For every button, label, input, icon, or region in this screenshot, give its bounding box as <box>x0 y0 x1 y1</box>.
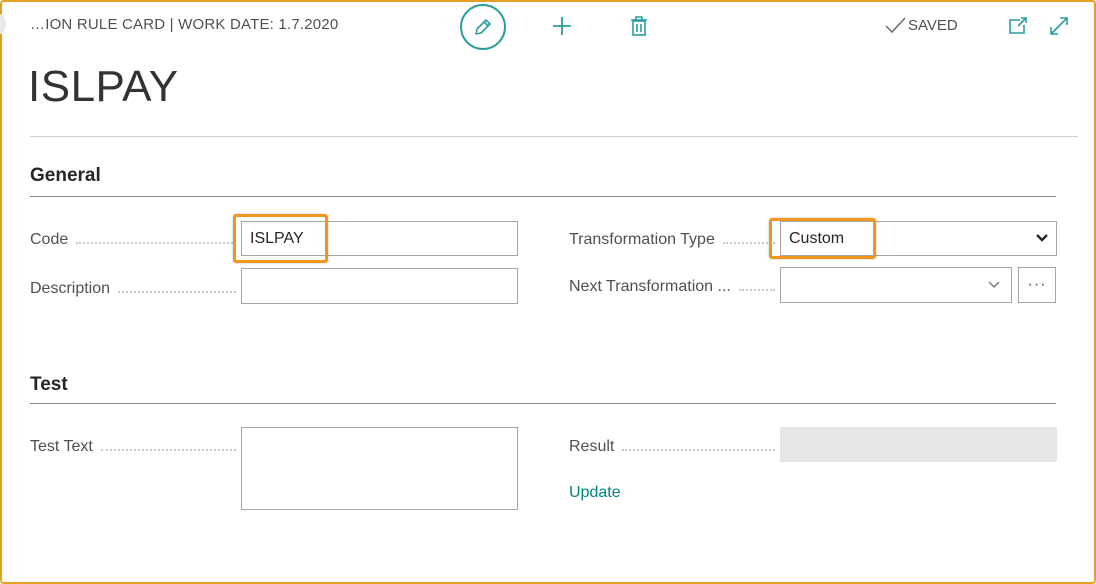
code-field-highlight <box>233 214 328 263</box>
delete-icon <box>631 16 647 36</box>
edit-icon <box>475 19 491 35</box>
next-transformation-field[interactable] <box>780 267 1012 303</box>
expand-button[interactable] <box>1047 14 1071 38</box>
add-icon <box>553 17 571 35</box>
test-text-field[interactable] <box>241 427 518 510</box>
transformation-type-highlight <box>769 218 876 259</box>
edit-button[interactable] <box>460 4 506 50</box>
section-title-test[interactable]: Test <box>30 374 68 396</box>
transformation-type-label: Transformation Type <box>569 229 775 251</box>
code-label: Code <box>30 229 236 251</box>
section-title-general[interactable]: General <box>30 165 101 187</box>
open-new-window-button[interactable] <box>1006 15 1030 37</box>
top-bar: …ION RULE CARD | WORK DATE: 1.7.2020 SAV… <box>0 0 1096 52</box>
page-caption: …ION RULE CARD | WORK DATE: 1.7.2020 <box>30 16 339 33</box>
result-label: Result <box>569 436 775 458</box>
delete-button[interactable] <box>628 14 650 38</box>
next-transformation-lookup-button[interactable]: ··· <box>1018 267 1056 303</box>
check-icon <box>885 17 906 34</box>
description-label: Description <box>30 278 236 300</box>
chevron-down-icon[interactable] <box>984 275 1004 295</box>
section-divider-general <box>30 196 1056 197</box>
update-link[interactable]: Update <box>569 484 621 502</box>
page-title: ISLPAY <box>28 62 179 111</box>
test-text-label: Test Text <box>30 436 236 458</box>
add-button[interactable] <box>550 14 574 38</box>
description-field[interactable] <box>241 268 518 304</box>
title-divider <box>30 136 1078 137</box>
saved-status: SAVED <box>884 16 958 34</box>
result-field <box>780 427 1057 462</box>
saved-label: SAVED <box>908 16 958 34</box>
expand-icon <box>1050 17 1068 35</box>
chevron-down-icon[interactable] <box>1032 228 1052 248</box>
next-transformation-label: Next Transformation ... <box>569 276 775 298</box>
open-new-window-icon <box>1009 17 1027 34</box>
section-divider-test <box>30 403 1056 404</box>
